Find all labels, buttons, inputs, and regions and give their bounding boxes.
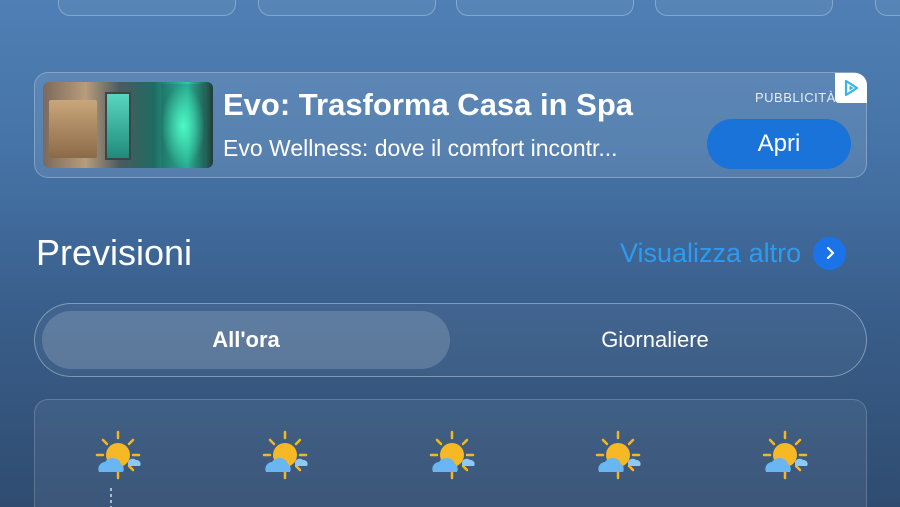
- ad-description[interactable]: Evo Wellness: dove il comfort incontr...: [223, 135, 683, 162]
- hourly-forecast-panel: [34, 399, 867, 507]
- chevron-right-icon: [813, 236, 847, 270]
- see-more-link[interactable]: Visualizza altro: [620, 236, 847, 270]
- see-more-label: Visualizza altro: [620, 237, 802, 268]
- hour-divider: [110, 488, 112, 507]
- ad-open-button[interactable]: Apri: [707, 119, 851, 169]
- ad-banner[interactable]: Evo: Trasforma Casa in Spa Evo Wellness:…: [34, 72, 867, 178]
- top-card[interactable]: [655, 0, 833, 16]
- top-card[interactable]: [258, 0, 436, 16]
- top-card[interactable]: [58, 0, 236, 16]
- ad-label: PUBBLICITÀ: [755, 90, 836, 105]
- partly-sunny-icon: [755, 428, 815, 488]
- forecast-title: Previsioni: [36, 232, 193, 273]
- forecast-tabs: All'ora Giornaliere: [34, 303, 867, 377]
- ad-title[interactable]: Evo: Trasforma Casa in Spa: [223, 87, 633, 123]
- top-cards-row: [0, 0, 900, 18]
- top-card[interactable]: [456, 0, 634, 16]
- partly-sunny-icon: [588, 428, 648, 488]
- partly-sunny-icon: [422, 428, 482, 488]
- adchoices-icon[interactable]: [835, 73, 867, 103]
- partly-sunny-icon: [88, 428, 148, 488]
- tab-hourly[interactable]: All'ora: [42, 311, 450, 369]
- ad-image[interactable]: [43, 82, 213, 168]
- partly-sunny-icon: [255, 428, 315, 488]
- top-card[interactable]: [875, 0, 900, 16]
- tab-daily[interactable]: Giornaliere: [451, 311, 859, 369]
